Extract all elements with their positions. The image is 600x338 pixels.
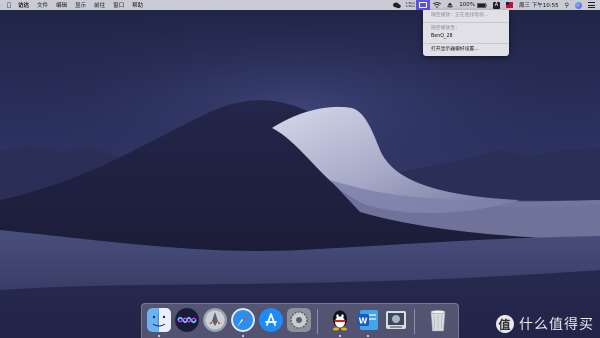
battery-status[interactable]: 100% <box>456 0 490 10</box>
download-speed: 0.5K/s <box>405 4 415 8</box>
menu-item-file[interactable]: 文件 <box>33 1 52 9</box>
watermark-text: 什么值得买 <box>519 317 594 333</box>
airplay-device-benq[interactable]: BenQ_28 <box>423 33 509 41</box>
menu-separator <box>423 43 509 44</box>
notification-center-icon[interactable] <box>585 0 598 10</box>
dock-divider <box>317 309 318 334</box>
wifi-icon[interactable] <box>430 0 444 10</box>
launchpad-icon[interactable] <box>203 308 227 332</box>
wechat-icon[interactable] <box>390 0 404 10</box>
menu-bar:  访达 文件 编辑 显示 前往 窗口 帮助 1.5K/s 0.5K/s 100… <box>0 0 600 10</box>
menu-separator <box>423 22 509 23</box>
airplay-display-icon[interactable] <box>416 0 431 10</box>
apple-icon[interactable]:  <box>4 2 14 9</box>
input-method-letter: A <box>492 1 500 9</box>
airplay-status: 隔空播放：正在查找电视... <box>431 13 489 18</box>
menu-item-go[interactable]: 前往 <box>90 1 109 9</box>
dock-divider <box>414 309 415 334</box>
app-store-icon[interactable] <box>259 308 283 332</box>
network-speed-readout[interactable]: 1.5K/s 0.5K/s <box>404 0 416 10</box>
dock: W <box>141 303 459 338</box>
qq-icon[interactable] <box>328 308 352 332</box>
system-preferences-icon[interactable] <box>287 308 311 332</box>
battery-icon <box>476 2 487 8</box>
running-indicator <box>367 335 369 337</box>
running-indicator <box>339 335 341 337</box>
menu-item-finder[interactable]: 访达 <box>14 1 33 9</box>
watermark: 值 什么值得买 <box>496 314 594 334</box>
clock[interactable]: 周三 下午10:55 <box>516 0 562 10</box>
preview-icon[interactable] <box>384 308 408 332</box>
svg-text:W: W <box>359 317 368 326</box>
menu-item-edit[interactable]: 编辑 <box>52 1 71 9</box>
input-method-indicator[interactable]: A <box>490 0 503 10</box>
open-display-preferences[interactable]: 打开显示器偏好设置... <box>423 46 509 54</box>
menu-item-help[interactable]: 帮助 <box>128 1 147 9</box>
trash-icon[interactable] <box>426 308 450 332</box>
running-indicator <box>158 335 160 337</box>
watermark-logo: 值 <box>496 315 514 333</box>
airplay-section-label: 隔空播放至： <box>431 26 460 31</box>
spotlight-icon[interactable]: ⚲ <box>562 0 572 10</box>
battery-percent: 100% <box>459 2 475 8</box>
airplay-menu: 隔空播放：正在查找电视... 隔空播放至： BenQ_28 打开显示器偏好设置.… <box>423 10 509 56</box>
siri-icon[interactable] <box>572 0 585 10</box>
menu-bar-extras: 1.5K/s 0.5K/s 100% A 周三 下午10:55 ⚲ <box>390 0 598 10</box>
safari-icon[interactable] <box>231 308 255 332</box>
menu-item-view[interactable]: 显示 <box>71 1 90 9</box>
mojave-dunes-illustration <box>0 0 600 338</box>
finder-icon[interactable] <box>147 308 171 332</box>
word-icon[interactable]: W <box>356 308 380 332</box>
running-indicator <box>242 335 244 337</box>
eject-icon[interactable] <box>444 0 456 10</box>
siri-icon[interactable] <box>175 308 199 332</box>
flag-icon[interactable] <box>503 0 516 10</box>
desktop-wallpaper <box>0 0 600 338</box>
menu-item-window[interactable]: 窗口 <box>109 1 128 9</box>
